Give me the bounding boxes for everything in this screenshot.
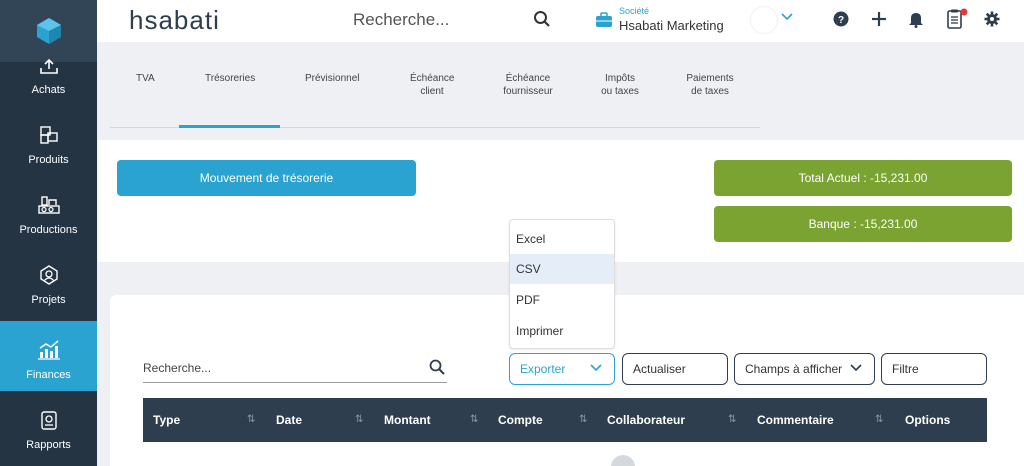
active-tab-indicator [179,125,280,128]
sidebar-item-label: Produits [28,154,69,166]
finance-tabs: TVA Trésoreries Prévisionnel Échéance cl… [110,62,760,128]
sidebar-item-label: Productions [19,224,78,236]
treasury-movement-button[interactable]: Mouvement de trésorerie [117,160,416,196]
top-header: hsabati Recherche... Société Hsabati Mar… [97,0,1024,42]
tab-paiements-taxes[interactable]: Paiements de taxes [682,72,738,98]
refresh-label: Actualiser [633,362,686,376]
boxes-icon [39,126,58,144]
global-search-input[interactable]: Recherche... [353,10,449,30]
banque-badge: Banque : -15,231.00 [714,206,1012,242]
notification-dot [960,8,968,16]
fields-label: Champs à afficher [745,362,843,376]
sort-icon[interactable]: ⇅ [728,414,736,425]
sidebar-item-label: Finances [26,369,71,381]
filter-button[interactable]: Filtre [881,353,987,385]
svg-text:?: ? [838,15,844,26]
chart-icon [37,340,60,360]
tab-tresoreries[interactable]: Trésoreries [205,72,255,85]
column-header-montant[interactable]: Montant [384,413,431,427]
sort-icon[interactable]: ⇅ [247,414,255,425]
column-header-collaborateur[interactable]: Collaborateur [607,413,685,427]
project-icon [39,265,58,285]
sidebar: Achats Produits Productions Projets Fina… [0,0,97,466]
search-icon[interactable] [429,359,445,375]
column-header-compte[interactable]: Compte [498,413,543,427]
table-header: Type ⇅ Date ⇅ Montant ⇅ Compte ⇅ Collabo… [143,398,987,442]
bell-icon[interactable] [908,10,924,28]
sidebar-item-productions[interactable]: Productions [0,176,97,246]
sidebar-item-rapports[interactable]: Rapports [0,391,97,461]
sidebar-item-label: Rapports [26,439,71,451]
column-header-commentaire[interactable]: Commentaire [757,413,834,427]
tab-echeance-fournisseur[interactable]: Échéance fournisseur [498,72,558,98]
search-icon[interactable] [533,10,551,28]
company-label: Société [619,6,650,16]
tab-tva[interactable]: TVA [136,72,155,85]
table-search-input[interactable] [143,356,413,380]
filter-label: Filtre [892,362,919,376]
report-icon [40,411,57,430]
refresh-button[interactable]: Actualiser [622,353,728,385]
user-avatar[interactable] [751,7,777,33]
chevron-down-icon [850,364,862,372]
factory-icon [37,196,60,214]
chevron-down-icon[interactable] [781,12,793,22]
export-label: Exporter [520,362,566,376]
export-menu: Excel CSV PDF Imprimer [509,219,615,349]
briefcase-icon [596,12,612,27]
export-option-pdf[interactable]: PDF [510,285,614,315]
total-actuel-badge: Total Actuel : -15,231.00 [714,160,1012,196]
export-option-excel[interactable]: Excel [510,224,614,254]
sidebar-item-achats[interactable]: Achats [0,44,97,106]
column-header-type[interactable]: Type [153,413,180,427]
gear-icon[interactable] [984,11,1000,27]
fields-dropdown[interactable]: Champs à afficher [734,353,875,385]
sidebar-item-produits[interactable]: Produits [0,106,97,176]
logo-cube-icon [36,18,61,44]
export-dropdown[interactable]: Exporter [509,353,615,385]
tab-previsionnel[interactable]: Prévisionnel [305,72,359,85]
sort-icon[interactable]: ⇅ [875,414,883,425]
clipboard-icon[interactable] [946,8,968,30]
sidebar-item-projets[interactable]: Projets [0,246,97,316]
company-name: Hsabati Marketing [619,18,724,33]
sort-icon[interactable]: ⇅ [470,414,478,425]
help-icon[interactable]: ? [833,11,849,27]
sidebar-item-label: Projets [31,294,66,306]
sidebar-item-label: Achats [31,84,66,96]
tab-echeance-client[interactable]: Échéance client [410,72,454,98]
column-header-options: Options [905,413,951,427]
sidebar-item-finances[interactable]: Finances [0,321,97,391]
sort-icon[interactable]: ⇅ [355,414,363,425]
sort-icon[interactable]: ⇅ [579,414,587,425]
export-option-print[interactable]: Imprimer [510,316,614,346]
upload-icon [39,58,58,74]
tab-impots-taxes[interactable]: Impôts ou taxes [601,72,639,98]
table-search [143,356,447,383]
column-header-date[interactable]: Date [276,413,302,427]
brand-wordmark[interactable]: hsabati [129,5,220,36]
export-option-csv[interactable]: CSV [510,254,614,284]
add-icon[interactable] [871,11,887,27]
chevron-down-icon [590,364,602,372]
